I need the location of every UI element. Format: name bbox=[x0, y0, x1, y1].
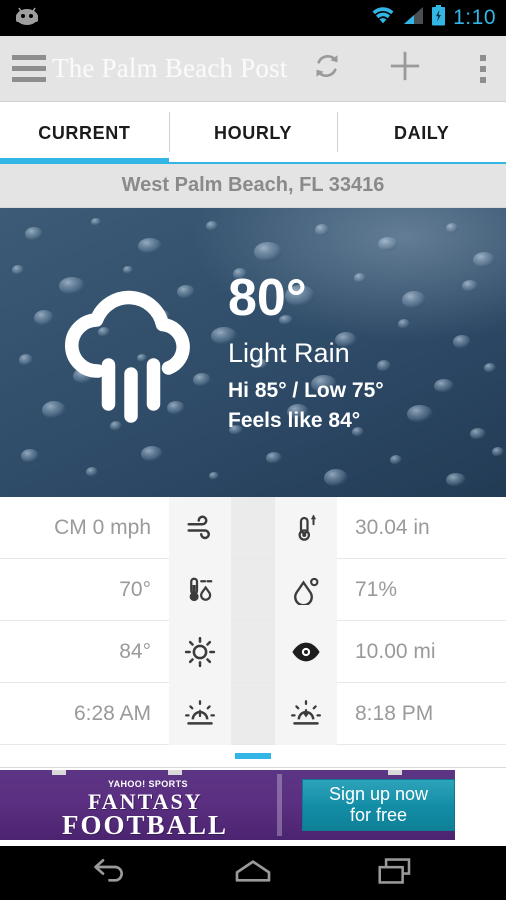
tab-current[interactable]: CURRENT bbox=[0, 102, 169, 164]
visibility-value: 10.00 mi bbox=[355, 639, 436, 663]
tab-indicator-daily bbox=[337, 162, 506, 164]
status-bar-right: 1:10 bbox=[371, 5, 496, 31]
tab-bar: CURRENT HOURLY DAILY bbox=[0, 102, 506, 164]
action-bar-actions bbox=[288, 36, 506, 102]
column-gap bbox=[231, 621, 275, 682]
detail-cell-uv: 84° bbox=[0, 621, 169, 682]
overflow-menu-button[interactable] bbox=[444, 36, 506, 102]
barometer-thermometer-icon bbox=[275, 497, 337, 559]
phone-screen: 1:10 The Palm Beach Post CURRENT HOURLY … bbox=[0, 0, 506, 900]
tab-label: DAILY bbox=[394, 122, 450, 143]
current-condition: Light Rain bbox=[228, 338, 350, 368]
dewpoint-value: 70° bbox=[119, 577, 151, 601]
table-row: 70° 71% bbox=[0, 559, 506, 621]
add-location-button[interactable] bbox=[366, 36, 444, 102]
column-gap bbox=[231, 683, 275, 744]
ad-signup-button[interactable]: Sign up now for free bbox=[301, 779, 455, 831]
current-conditions-hero: 80° Light Rain Hi 85° / Low 75° Feels li… bbox=[0, 208, 506, 497]
wifi-icon bbox=[371, 6, 395, 30]
android-robot-icon bbox=[14, 6, 40, 31]
table-row: CM 0 mph 30.04 in bbox=[0, 497, 506, 559]
hamburger-menu-icon[interactable] bbox=[12, 55, 46, 82]
home-button[interactable] bbox=[218, 846, 288, 900]
battery-charging-icon bbox=[431, 5, 446, 31]
detail-cell-sunset: 8:18 PM bbox=[337, 683, 506, 744]
advertisement-banner[interactable]: YAHOO! SPORTS FANTASY FOOTBALL Sign up n… bbox=[0, 767, 506, 841]
detail-cell-visibility: 10.00 mi bbox=[337, 621, 506, 682]
wind-icon bbox=[169, 497, 231, 559]
sunrise-value: 6:28 AM bbox=[73, 701, 151, 725]
column-gap bbox=[231, 559, 275, 620]
plus-icon bbox=[385, 46, 425, 91]
cloud-rain-icon bbox=[56, 278, 206, 428]
ad-divider bbox=[277, 774, 282, 836]
visibility-eye-icon bbox=[275, 621, 337, 683]
table-row: 6:28 AM 8:18 PM bbox=[0, 683, 506, 745]
ad-headline-line2: FOOTBALL bbox=[62, 810, 229, 840]
overflow-menu-icon bbox=[479, 54, 486, 83]
current-summary: 80° Light Rain Hi 85° / Low 75° Feels li… bbox=[228, 272, 384, 433]
back-icon bbox=[91, 857, 131, 890]
ad-headline-group: YAHOO! SPORTS FANTASY FOOTBALL bbox=[0, 770, 271, 840]
back-button[interactable] bbox=[76, 846, 146, 900]
status-bar-clock: 1:10 bbox=[453, 6, 496, 29]
page-scroll-indicator[interactable] bbox=[0, 745, 506, 767]
sunset-value: 8:18 PM bbox=[355, 701, 434, 725]
tab-label: CURRENT bbox=[38, 122, 131, 143]
ad-content[interactable]: YAHOO! SPORTS FANTASY FOOTBALL Sign up n… bbox=[0, 770, 455, 840]
status-bar-left bbox=[14, 6, 371, 31]
recent-apps-button[interactable] bbox=[360, 846, 430, 900]
detail-cell-wind: CM 0 mph bbox=[0, 497, 169, 558]
sunset-icon bbox=[275, 683, 337, 745]
android-navigation-bar bbox=[0, 846, 506, 900]
action-bar: The Palm Beach Post bbox=[0, 36, 506, 102]
wind-value: CM 0 mph bbox=[54, 515, 151, 539]
pressure-value: 30.04 in bbox=[355, 515, 430, 539]
ad-sponsor-label: YAHOO! SPORTS bbox=[108, 779, 188, 789]
cell-signal-icon bbox=[402, 6, 424, 30]
sunrise-icon bbox=[169, 683, 231, 745]
high-low-temperature: Hi 85° / Low 75° bbox=[228, 379, 384, 402]
recent-apps-icon bbox=[376, 857, 414, 890]
tab-daily[interactable]: DAILY bbox=[337, 102, 506, 164]
detail-cell-dewpoint: 70° bbox=[0, 559, 169, 620]
humidity-value: 71% bbox=[355, 577, 398, 601]
ad-button-line2: for free bbox=[349, 805, 407, 825]
ad-button-line1: Sign up now bbox=[328, 784, 429, 805]
current-temperature: 80° bbox=[228, 269, 307, 327]
app-title: The Palm Beach Post bbox=[52, 53, 288, 83]
detail-cell-pressure: 30.04 in bbox=[337, 497, 506, 558]
tab-indicator-current bbox=[0, 158, 169, 164]
home-icon bbox=[233, 857, 273, 890]
tab-indicator-hourly bbox=[168, 162, 338, 164]
sun-icon bbox=[169, 621, 231, 683]
tab-hourly[interactable]: HOURLY bbox=[168, 102, 338, 164]
refresh-button[interactable] bbox=[288, 36, 366, 102]
dewpoint-thermometer-icon bbox=[169, 559, 231, 621]
detail-cell-humidity: 71% bbox=[337, 559, 506, 620]
hero-content: 80° Light Rain Hi 85° / Low 75° Feels li… bbox=[0, 208, 506, 497]
table-row: 84° 10.00 mi bbox=[0, 621, 506, 683]
weather-details-table: CM 0 mph 30.04 in 70° 71% 84° 10.00 mi 6… bbox=[0, 497, 506, 745]
column-gap bbox=[231, 497, 275, 558]
refresh-icon bbox=[310, 49, 344, 88]
uv-value: 84° bbox=[119, 639, 151, 663]
status-bar: 1:10 bbox=[0, 0, 506, 36]
feels-like-temperature: Feels like 84° bbox=[228, 409, 361, 432]
location-label: West Palm Beach, FL 33416 bbox=[0, 164, 506, 208]
detail-cell-sunrise: 6:28 AM bbox=[0, 683, 169, 744]
humidity-droplet-icon bbox=[275, 559, 337, 621]
tab-label: HOURLY bbox=[214, 122, 292, 143]
